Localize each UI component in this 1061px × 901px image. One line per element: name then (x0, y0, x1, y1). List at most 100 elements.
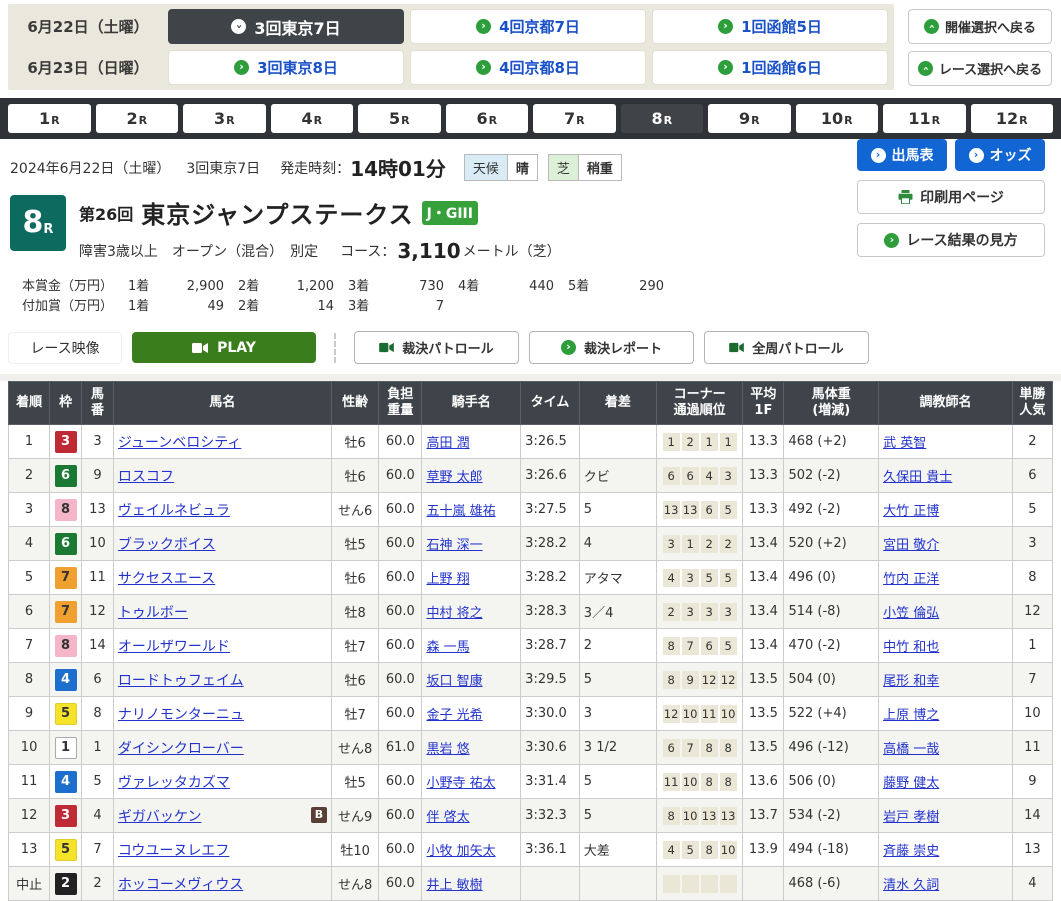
trainer-link[interactable]: 大竹 正博 (883, 504, 939, 519)
trainer-link[interactable]: 上原 博之 (883, 708, 939, 723)
horse-name-link[interactable]: トゥルボー (118, 605, 188, 621)
how-to-read-button[interactable]: › レース結果の見方 (857, 223, 1045, 257)
venue-button-kyoto8[interactable]: › 4回京都8日 (410, 50, 646, 85)
table-row: 7814オールザワールド牡760.0森 一馬3:28.72876513.4470… (9, 629, 1053, 663)
jockey-link[interactable]: 小牧 加矢太 (426, 844, 495, 859)
margin: 3 (579, 697, 656, 731)
jockey-cell: 中村 将之 (422, 595, 521, 629)
entry-table-button[interactable]: › 出馬表 (857, 139, 947, 171)
jockey-link[interactable]: 黒岩 悠 (426, 742, 469, 757)
trainer-link[interactable]: 岩戸 孝樹 (883, 810, 939, 825)
corner-order: 12101110 (661, 705, 738, 723)
race-tab-7r[interactable]: 7R (533, 104, 616, 133)
corner-order-cell: 4355 (656, 561, 742, 595)
stewards-report-button[interactable]: › 裁決レポート (529, 331, 694, 364)
horse-number: 11 (82, 561, 114, 595)
all-around-patrol-button[interactable]: 全周パトロール (704, 331, 869, 364)
frame-cell: 6 (50, 459, 82, 493)
horse-weight: 492 (-2) (784, 493, 879, 527)
avg-1f: 13.5 (743, 731, 784, 765)
venue-button-tokyo8[interactable]: › 3回東京8日 (168, 50, 404, 85)
finish-position: 7 (9, 629, 50, 663)
frame-cell: 7 (50, 561, 82, 595)
horse-name-link[interactable]: ジューンベロシティ (118, 435, 241, 451)
jockey-link[interactable]: 上野 翔 (426, 572, 469, 587)
horse-name-link[interactable]: ロードトゥフェイム (118, 673, 244, 689)
horse-name-cell: ホッコーメヴィウス (113, 867, 331, 901)
win-popularity: 7 (1012, 663, 1052, 697)
horse-name-link[interactable]: ブラックボイス (118, 537, 216, 553)
race-tab-1r[interactable]: 1R (8, 104, 91, 133)
horse-name-link[interactable]: ホッコーメヴィウス (118, 877, 243, 893)
race-tab-4r[interactable]: 4R (271, 104, 354, 133)
horse-name-link[interactable]: ナリノモンターニュ (118, 707, 244, 723)
horse-name-link[interactable]: ロスコフ (118, 469, 174, 485)
jockey-link[interactable]: 五十嵐 雄祐 (426, 504, 495, 519)
trainer-link[interactable]: 中竹 和也 (883, 640, 939, 655)
horse-number: 14 (82, 629, 114, 663)
corner-order: 131365 (661, 501, 738, 519)
race-tab-5r[interactable]: 5R (358, 104, 441, 133)
finish-time: 3:26.6 (521, 459, 580, 493)
venue-button-hakodate5[interactable]: › 1回函館5日 (652, 9, 888, 44)
horse-name-link[interactable]: ヴェイルネビュラ (118, 503, 230, 519)
race-tab-12r[interactable]: 12R (971, 104, 1054, 133)
race-tab-8r[interactable]: 8R (621, 104, 704, 133)
frame-number: 5 (55, 703, 77, 725)
race-tab-6r[interactable]: 6R (446, 104, 529, 133)
odds-button[interactable]: › オッズ (955, 139, 1045, 171)
horse-name-link[interactable]: ヴァレッタカズマ (118, 775, 230, 791)
race-tab-2r[interactable]: 2R (96, 104, 179, 133)
jockey-link[interactable]: 高田 潤 (426, 436, 469, 451)
horse-name-link[interactable]: ギガバッケン (118, 809, 202, 825)
avg-1f: 13.9 (743, 833, 784, 867)
race-tab-10r[interactable]: 10R (796, 104, 879, 133)
jockey-link[interactable]: 坂口 智康 (426, 674, 482, 689)
jockey-link[interactable]: 小野寺 祐太 (426, 776, 495, 791)
corner-position: 4 (663, 569, 680, 587)
trainer-link[interactable]: 小笠 倫弘 (883, 606, 939, 621)
jockey-link[interactable]: 森 一馬 (426, 640, 469, 655)
race-edition: 第26回 (79, 201, 133, 225)
trainer-link[interactable]: 尾形 和幸 (883, 674, 939, 689)
horse-name-link[interactable]: ダイシンクローバー (118, 741, 244, 757)
trainer-link[interactable]: 清水 久詞 (883, 878, 939, 893)
back-to-race-select-button[interactable]: › レース選択へ戻る (908, 51, 1052, 86)
trainer-link[interactable]: 高橋 一哉 (883, 742, 939, 757)
trainer-link[interactable]: 藤野 健太 (883, 776, 939, 791)
jockey-link[interactable]: 草野 太郎 (426, 470, 482, 485)
prize-amount: 14 (278, 297, 334, 317)
jockey-link[interactable]: 井上 敏樹 (426, 878, 482, 893)
back-to-meeting-select-button[interactable]: › 開催選択へ戻る (908, 9, 1052, 44)
print-page-button[interactable]: 印刷用ページ (857, 180, 1045, 214)
trainer-link[interactable]: 久保田 貴士 (883, 470, 952, 485)
venue-button-kyoto7[interactable]: › 4回京都7日 (410, 9, 646, 44)
corner-position: 11 (663, 773, 680, 791)
jockey-link[interactable]: 伴 啓太 (426, 810, 469, 825)
jockey-link[interactable]: 金子 光希 (426, 708, 482, 723)
jockey-link[interactable]: 石神 深一 (426, 538, 482, 553)
race-tab-9r[interactable]: 9R (708, 104, 791, 133)
race-tab-11r[interactable]: 11R (883, 104, 966, 133)
horse-name-link[interactable]: コウユーヌレエフ (118, 843, 229, 859)
venue-button-tokyo7[interactable]: › 3回東京7日 (168, 9, 404, 44)
trainer-link[interactable]: 竹内 正洋 (883, 572, 939, 587)
race-tab-3r[interactable]: 3R (183, 104, 266, 133)
jockey-link[interactable]: 中村 将之 (426, 606, 482, 621)
stewards-report-label: 裁決レポート (584, 338, 662, 357)
frame-number: 6 (55, 465, 77, 487)
trainer-link[interactable]: 宮田 敬介 (883, 538, 939, 553)
win-popularity: 11 (1012, 731, 1052, 765)
trainer-cell: 小笠 倫弘 (879, 595, 1013, 629)
prize-amount: 1,200 (278, 277, 334, 297)
stewards-patrol-button[interactable]: 裁決パトロール (354, 331, 519, 364)
horse-name-link[interactable]: サクセスエース (118, 571, 215, 587)
avg-1f: 13.3 (743, 425, 784, 459)
trainer-link[interactable]: 武 英智 (883, 436, 926, 451)
trainer-link[interactable]: 斉藤 崇史 (883, 844, 939, 859)
venue-button-hakodate6[interactable]: › 1回函館6日 (652, 50, 888, 85)
play-button[interactable]: PLAY (132, 332, 316, 363)
horse-name-link[interactable]: オールザワールド (118, 639, 230, 655)
win-popularity: 9 (1012, 765, 1052, 799)
trainer-cell: 大竹 正博 (879, 493, 1013, 527)
